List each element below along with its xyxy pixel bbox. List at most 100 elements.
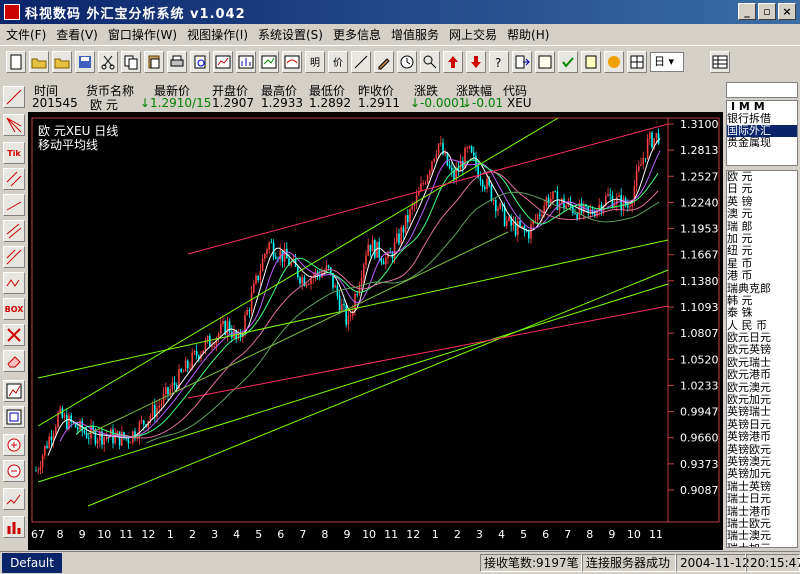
help-icon[interactable]: ? bbox=[489, 50, 509, 73]
candle-body bbox=[393, 242, 396, 259]
copy-icon[interactable] bbox=[121, 50, 141, 73]
currency-item[interactable]: 英镑港币 bbox=[727, 430, 797, 443]
candle-body bbox=[369, 244, 372, 252]
candle-body bbox=[655, 133, 658, 139]
currency-item[interactable]: 欧元港币 bbox=[727, 368, 797, 381]
alert-icon[interactable] bbox=[604, 50, 624, 73]
box-tool-icon[interactable]: BOX bbox=[3, 298, 25, 320]
zoom-in-icon[interactable] bbox=[3, 434, 25, 456]
quote-open: 1.2907 bbox=[212, 96, 254, 110]
down-arrow-icon[interactable] bbox=[466, 50, 486, 73]
grid-icon[interactable] bbox=[627, 50, 647, 73]
candle-body bbox=[576, 213, 578, 219]
bar-chart-icon[interactable] bbox=[236, 50, 256, 73]
currency-item[interactable]: 泰 铢 bbox=[727, 306, 797, 319]
folder-icon[interactable] bbox=[52, 50, 72, 73]
quote-currency: 欧 元 bbox=[90, 98, 118, 112]
save-icon[interactable] bbox=[75, 50, 95, 73]
ming-icon[interactable]: 明 bbox=[305, 50, 325, 73]
tab-metals[interactable]: 贵金属现 bbox=[727, 137, 797, 149]
regression-tool-icon[interactable] bbox=[3, 220, 25, 242]
menu-view-ops[interactable]: 视图操作(I) bbox=[185, 26, 256, 43]
period-select[interactable]: 日 ▾ bbox=[650, 51, 684, 72]
note-icon[interactable] bbox=[581, 50, 601, 73]
bar-stats-icon[interactable] bbox=[3, 516, 25, 538]
candle-body bbox=[191, 352, 193, 368]
parallel-tool-icon[interactable] bbox=[3, 194, 25, 216]
tick-tool-icon[interactable]: Tik bbox=[3, 142, 25, 164]
line-tool-icon[interactable] bbox=[3, 86, 25, 108]
print-icon[interactable] bbox=[167, 50, 187, 73]
currency-item[interactable]: 瑞士加元 bbox=[727, 542, 797, 547]
candle-body bbox=[374, 240, 376, 258]
menu-value-added[interactable]: 增值服务 bbox=[389, 26, 447, 43]
menu-more-info[interactable]: 更多信息 bbox=[331, 26, 389, 43]
ma-chart-icon[interactable] bbox=[282, 50, 302, 73]
quote-prev: 1.2911 bbox=[358, 96, 400, 110]
currency-item[interactable]: 欧元英镑 bbox=[727, 344, 797, 357]
delete-tool-icon[interactable] bbox=[3, 324, 25, 346]
zoom-out-icon[interactable] bbox=[3, 460, 25, 482]
minimize-button[interactable]: _ bbox=[738, 3, 756, 20]
quote-high: 1.2933 bbox=[261, 96, 303, 110]
candlestick-chart[interactable]: 1.3100 1.2813 1.2527 1.2240 1.1953 1.1667 1.13… bbox=[28, 114, 723, 550]
fan-tool-icon[interactable] bbox=[3, 114, 25, 136]
menu-window[interactable]: 窗口操作(W) bbox=[106, 26, 185, 43]
paste-icon[interactable] bbox=[144, 50, 164, 73]
info-icon[interactable] bbox=[535, 50, 555, 73]
candle-body bbox=[96, 440, 99, 444]
currency-item[interactable]: 瑞士澳元 bbox=[727, 529, 797, 542]
open-icon[interactable] bbox=[29, 50, 49, 73]
cut-icon[interactable] bbox=[98, 50, 118, 73]
candle-body bbox=[429, 170, 431, 176]
search-icon[interactable] bbox=[420, 50, 440, 73]
menu-online-trade[interactable]: 网上交易 bbox=[447, 26, 505, 43]
candle-body bbox=[272, 242, 275, 257]
price-icon[interactable]: 价 bbox=[328, 50, 348, 73]
kline-icon[interactable] bbox=[213, 50, 233, 73]
currency-item[interactable]: 瑞士日元 bbox=[727, 492, 797, 505]
check-icon[interactable] bbox=[558, 50, 578, 73]
menu-help[interactable]: 帮助(H) bbox=[505, 26, 557, 43]
pattern-icon[interactable] bbox=[3, 488, 25, 510]
candle-body bbox=[646, 138, 649, 159]
y-tick-label: 1.1667 bbox=[680, 249, 719, 262]
candle-body bbox=[448, 165, 451, 168]
ray-tool-icon[interactable] bbox=[3, 246, 25, 268]
candle-body bbox=[473, 152, 475, 156]
market-select[interactable] bbox=[726, 82, 798, 98]
menu-file[interactable]: 文件(F) bbox=[4, 26, 54, 43]
default-tab[interactable]: Default bbox=[2, 553, 62, 573]
wave-tool-icon[interactable] bbox=[3, 272, 25, 294]
currency-item[interactable]: 港 币 bbox=[727, 269, 797, 282]
currency-item[interactable]: 纽 元 bbox=[727, 244, 797, 257]
menu-settings[interactable]: 系统设置(S) bbox=[256, 26, 331, 43]
table-icon[interactable] bbox=[710, 50, 730, 73]
candle-body bbox=[66, 414, 68, 429]
red-arrow-icon[interactable] bbox=[443, 50, 463, 73]
trend-tool-icon[interactable] bbox=[351, 50, 371, 73]
line-chart-icon[interactable] bbox=[259, 50, 279, 73]
menu-view[interactable]: 查看(V) bbox=[54, 26, 106, 43]
candle-body bbox=[618, 195, 620, 197]
restore-button[interactable]: ▫ bbox=[758, 3, 776, 20]
clock-icon[interactable] bbox=[397, 50, 417, 73]
chart-small-icon[interactable] bbox=[3, 380, 25, 402]
candle-body bbox=[435, 154, 438, 159]
preview-icon[interactable] bbox=[190, 50, 210, 73]
candle-body bbox=[248, 310, 251, 312]
zoom-area-icon[interactable] bbox=[3, 406, 25, 428]
currency-item[interactable]: 澳 元 bbox=[727, 207, 797, 220]
currency-item[interactable]: 英镑瑞士 bbox=[727, 406, 797, 419]
channel-tool-icon[interactable] bbox=[3, 168, 25, 190]
x-tick-label: 7 bbox=[564, 528, 571, 541]
eraser-tool-icon[interactable] bbox=[3, 350, 25, 372]
exit-icon[interactable] bbox=[512, 50, 532, 73]
candle-body bbox=[385, 257, 387, 265]
new-icon[interactable] bbox=[6, 50, 26, 73]
close-button[interactable]: × bbox=[778, 3, 796, 20]
currency-item[interactable]: 日 元 bbox=[727, 182, 797, 195]
pen-icon[interactable] bbox=[374, 50, 394, 73]
status-date: 2004-11-12 bbox=[676, 554, 750, 572]
currency-item[interactable]: 英镑加元 bbox=[727, 467, 797, 480]
